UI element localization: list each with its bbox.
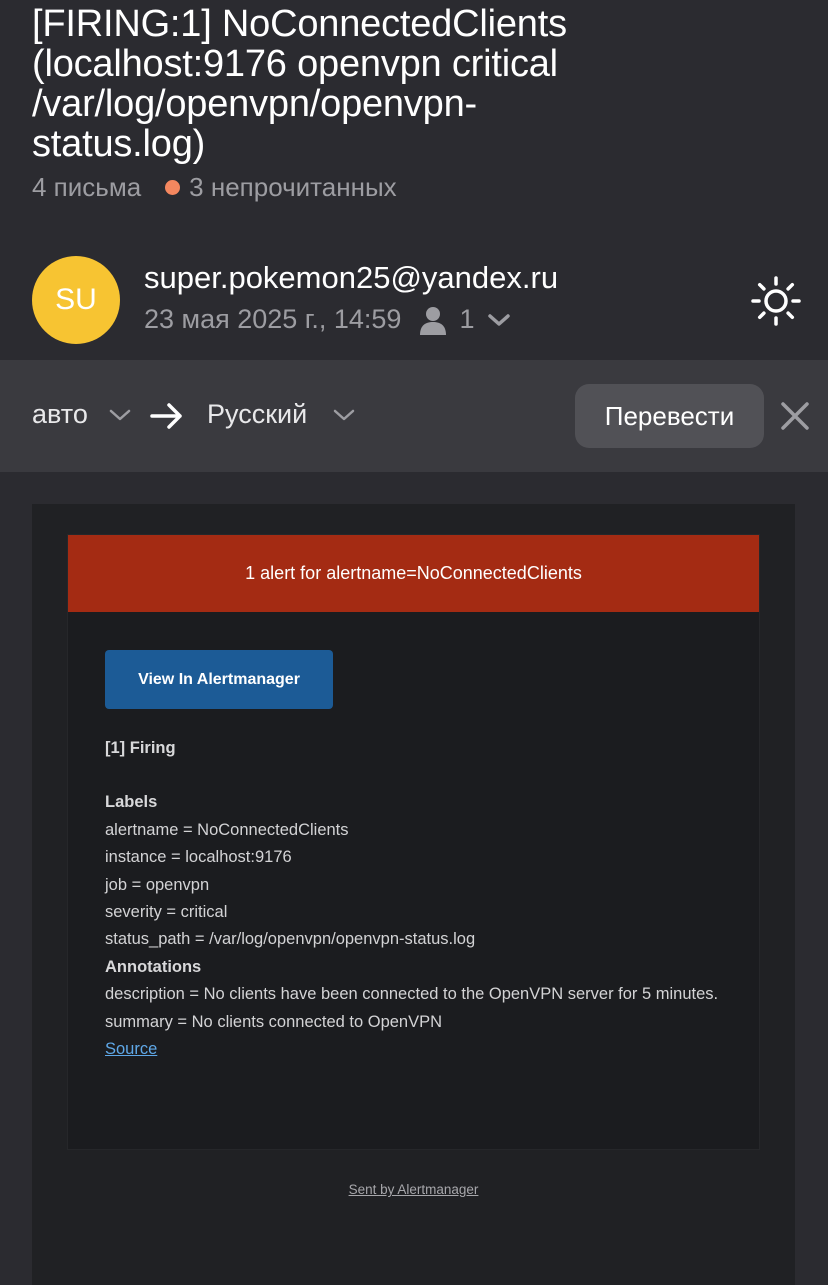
email-meta: 23 мая 2025 г., 14:59 1 <box>144 304 511 335</box>
annotations-title: Annotations <box>105 957 202 976</box>
thread-counts: 4 письма 3 непрочитанных <box>32 172 397 203</box>
recipients-count[interactable]: 1 <box>459 304 474 335</box>
sender-avatar[interactable]: SU <box>32 256 120 344</box>
translate-button[interactable]: Перевести <box>575 384 764 448</box>
alert-card: 1 alert for alertname=NoConnectedClients… <box>67 534 760 1150</box>
avatar-initials: SU <box>55 283 97 316</box>
person-icon <box>419 305 447 335</box>
chevron-down-icon[interactable] <box>332 408 356 427</box>
alert-header: 1 alert for alertname=NoConnectedClients <box>68 535 759 612</box>
unread-dot-icon <box>165 180 181 195</box>
sun-icon[interactable] <box>751 276 801 326</box>
firing-status: [1] Firing <box>105 739 176 757</box>
annotation-description: description = No clients have been conne… <box>105 985 719 1004</box>
email-body: 1 alert for alertname=NoConnectedClients… <box>32 504 795 1285</box>
label-severity: severity = critical <box>105 903 228 922</box>
view-in-alertmanager-button[interactable]: View In Alertmanager <box>105 650 333 709</box>
chevron-down-icon[interactable] <box>488 313 511 327</box>
translate-bar: авто Русский Перевести <box>0 360 828 472</box>
annotation-summary: summary = No clients connected to OpenVP… <box>105 1012 443 1031</box>
alert-details: [1] Firing Labels alertname = NoConnecte… <box>105 735 725 1063</box>
email-date: 23 мая 2025 г., 14:59 <box>144 304 402 334</box>
label-instance: instance = localhost:9176 <box>105 848 292 867</box>
labels-title: Labels <box>105 793 158 812</box>
arrow-right-icon <box>150 402 184 435</box>
close-icon[interactable] <box>779 400 811 437</box>
chevron-down-icon[interactable] <box>108 408 132 427</box>
sent-by-link[interactable]: Sent by Alertmanager <box>32 1182 795 1197</box>
sender-email[interactable]: super.pokemon25@yandex.ru <box>144 260 558 296</box>
label-alertname: alertname = NoConnectedClients <box>105 820 349 839</box>
target-language-select[interactable]: Русский <box>207 399 307 430</box>
source-link[interactable]: Source <box>105 1040 157 1058</box>
label-job: job = openvpn <box>105 875 210 894</box>
email-subject: [FIRING:1] NoConnectedClients (localhost… <box>32 3 567 165</box>
letters-count: 4 письма <box>32 172 142 202</box>
source-language-select[interactable]: авто <box>32 399 88 430</box>
label-status-path: status_path = /var/log/openvpn/openvpn-s… <box>105 930 476 949</box>
unread-count[interactable]: 3 непрочитанных <box>189 172 396 203</box>
